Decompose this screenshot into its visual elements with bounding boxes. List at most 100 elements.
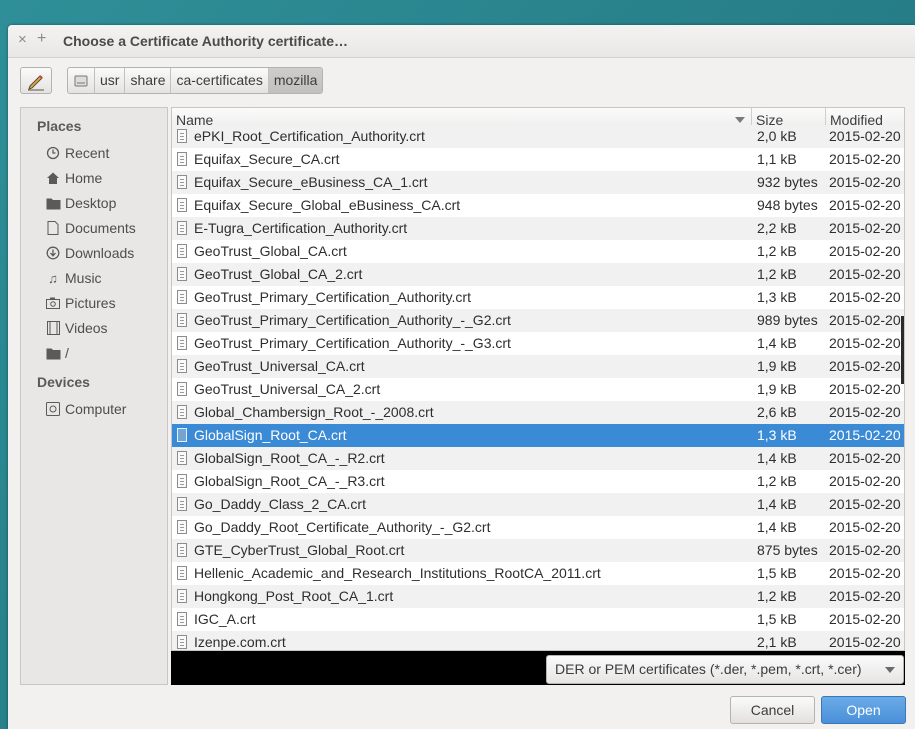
- file-row[interactable]: Equifax_Secure_Global_eBusiness_CA.crt 94…: [172, 194, 904, 217]
- file-row[interactable]: Izenpe.com.crt 2,1 kB 2015-02-20: [172, 631, 904, 650]
- close-icon[interactable]: ×: [18, 31, 27, 48]
- file-modified: 2015-02-20: [829, 381, 901, 397]
- file-row[interactable]: GeoTrust_Primary_Certification_Authority…: [172, 309, 904, 332]
- file-row[interactable]: Hellenic_Academic_and_Research_Instituti…: [172, 562, 904, 585]
- text-file-icon: [177, 313, 187, 327]
- type-location-button[interactable]: [20, 67, 52, 94]
- scrollbar-thumb[interactable]: [901, 316, 904, 384]
- sidebar-item-pictures[interactable]: Pictures: [45, 292, 116, 314]
- devices-header: Devices: [37, 374, 90, 390]
- file-name: Hongkong_Post_Root_CA_1.crt: [194, 588, 394, 604]
- text-file-icon: [177, 198, 187, 212]
- file-name: ePKI_Root_Certification_Authority.crt: [194, 128, 425, 144]
- path-crumb-root[interactable]: [68, 68, 95, 93]
- text-file-icon: [177, 382, 187, 396]
- sidebar-item-videos[interactable]: Videos: [45, 317, 108, 339]
- places-sidebar: Places Recent Home Desktop Documents Dow…: [20, 107, 168, 685]
- text-file-icon: [177, 520, 187, 534]
- file-row[interactable]: IGC_A.crt 1,5 kB 2015-02-20: [172, 608, 904, 631]
- download-icon: [45, 245, 61, 261]
- file-modified: 2015-02-20: [829, 496, 901, 512]
- home-icon: [45, 170, 61, 186]
- file-modified: 2015-02-20: [829, 266, 901, 282]
- text-file-icon: [177, 497, 187, 511]
- file-row[interactable]: GeoTrust_Primary_Certification_Authority…: [172, 286, 904, 309]
- file-modified: 2015-02-20: [829, 128, 901, 144]
- file-row[interactable]: Go_Daddy_Class_2_CA.crt 1,4 kB 2015-02-20: [172, 493, 904, 516]
- file-name: Hellenic_Academic_and_Research_Instituti…: [194, 565, 601, 581]
- sidebar-item-home[interactable]: Home: [45, 167, 102, 189]
- file-modified: 2015-02-20: [829, 220, 901, 236]
- sidebar-item-documents[interactable]: Documents: [45, 217, 136, 239]
- cancel-button[interactable]: Cancel: [730, 696, 815, 724]
- text-file-icon: [177, 221, 187, 235]
- camera-icon: [45, 295, 61, 311]
- sidebar-item-desktop[interactable]: Desktop: [45, 192, 116, 214]
- sidebar-item-downloads[interactable]: Downloads: [45, 242, 134, 264]
- text-file-icon: [177, 612, 187, 626]
- file-row[interactable]: GeoTrust_Global_CA_2.crt 1,2 kB 2015-02-20: [172, 263, 904, 286]
- text-file-icon: [177, 451, 187, 465]
- file-size: 1,2 kB: [757, 243, 797, 259]
- file-row[interactable]: GeoTrust_Universal_CA.crt 1,9 kB 2015-02-2…: [172, 355, 904, 378]
- clock-icon: [45, 145, 61, 161]
- file-row[interactable]: Hongkong_Post_Root_CA_1.crt 1,2 kB 2015-02…: [172, 585, 904, 608]
- text-file-icon: [177, 175, 187, 189]
- file-row[interactable]: ePKI_Root_Certification_Authority.crt 2,0…: [172, 125, 904, 148]
- path-crumb-ca-certificates[interactable]: ca-certificates: [171, 68, 269, 93]
- file-modified: 2015-02-20: [829, 611, 901, 627]
- file-row[interactable]: GeoTrust_Universal_CA_2.crt 1,9 kB 2015-02…: [172, 378, 904, 401]
- file-modified: 2015-02-20: [829, 565, 901, 581]
- window-title: Choose a Certificate Authority certifica…: [63, 33, 348, 49]
- file-row[interactable]: GTE_CyberTrust_Global_Root.crt 875 bytes 2…: [172, 539, 904, 562]
- text-file-icon: [177, 359, 187, 373]
- maximize-icon[interactable]: +: [37, 30, 46, 48]
- pencil-icon: [28, 74, 44, 90]
- file-size: 1,4 kB: [757, 519, 797, 535]
- file-row[interactable]: Go_Daddy_Root_Certificate_Authority_-_G2…: [172, 516, 904, 539]
- text-file-icon: [177, 405, 187, 419]
- file-modified: 2015-02-20: [829, 174, 901, 190]
- file-type-filter[interactable]: DER or PEM certificates (*.der, *.pem, *…: [546, 655, 904, 684]
- file-size: 948 bytes: [757, 197, 818, 213]
- film-icon: [45, 320, 61, 336]
- sidebar-item-computer[interactable]: Computer: [45, 398, 126, 420]
- sidebar-item-label: Documents: [65, 220, 136, 236]
- file-modified: 2015-02-20: [829, 243, 901, 259]
- file-modified: 2015-02-20: [829, 312, 901, 328]
- file-size: 1,3 kB: [757, 289, 797, 305]
- file-modified: 2015-02-20: [829, 634, 901, 650]
- path-crumb-usr[interactable]: usr: [95, 68, 126, 93]
- file-modified: 2015-02-20: [829, 427, 901, 443]
- file-row[interactable]: GeoTrust_Primary_Certification_Authority…: [172, 332, 904, 355]
- file-row[interactable]: GlobalSign_Root_CA_-_R3.crt 1,2 kB 2015-02…: [172, 470, 904, 493]
- path-crumb-share[interactable]: share: [125, 68, 172, 93]
- file-row[interactable]: GeoTrust_Global_CA.crt 1,2 kB 2015-02-20: [172, 240, 904, 263]
- sidebar-item-root[interactable]: /: [45, 342, 69, 364]
- file-size: 875 bytes: [757, 542, 818, 558]
- text-file-icon: [177, 589, 187, 603]
- file-row[interactable]: Equifax_Secure_eBusiness_CA_1.crt 932 byt…: [172, 171, 904, 194]
- file-name: Izenpe.com.crt: [194, 634, 286, 650]
- open-button[interactable]: Open: [821, 696, 906, 724]
- file-name: GeoTrust_Primary_Certification_Authority…: [194, 312, 511, 328]
- text-file-icon: [177, 267, 187, 281]
- sidebar-item-recent[interactable]: Recent: [45, 142, 109, 164]
- file-modified: 2015-02-20: [829, 404, 901, 420]
- text-file-icon: [177, 635, 187, 649]
- text-file-icon: [177, 428, 187, 442]
- file-row[interactable]: Equifax_Secure_CA.crt 1,1 kB 2015-02-20: [172, 148, 904, 171]
- file-name: GeoTrust_Primary_Certification_Authority…: [194, 289, 471, 305]
- file-row[interactable]: GlobalSign_Root_CA_-_R2.crt 1,4 kB 2015-02…: [172, 447, 904, 470]
- file-row[interactable]: Global_Chambersign_Root_-_2008.crt 2,6 kB…: [172, 401, 904, 424]
- file-name: GeoTrust_Universal_CA.crt: [194, 358, 365, 374]
- text-file-icon: [177, 336, 187, 350]
- file-name: Equifax_Secure_Global_eBusiness_CA.crt: [194, 197, 461, 213]
- sidebar-item-music[interactable]: ♫ Music: [45, 267, 101, 289]
- path-crumb-mozilla[interactable]: mozilla: [268, 68, 323, 93]
- file-modified: 2015-02-20: [829, 358, 901, 374]
- file-row[interactable]: E-Tugra_Certification_Authority.crt 2,2 k…: [172, 217, 904, 240]
- file-modified: 2015-02-20: [829, 335, 901, 351]
- drive-icon: [45, 401, 61, 417]
- file-row[interactable]: GlobalSign_Root_CA.crt 1,3 kB 2015-02-20: [172, 424, 904, 447]
